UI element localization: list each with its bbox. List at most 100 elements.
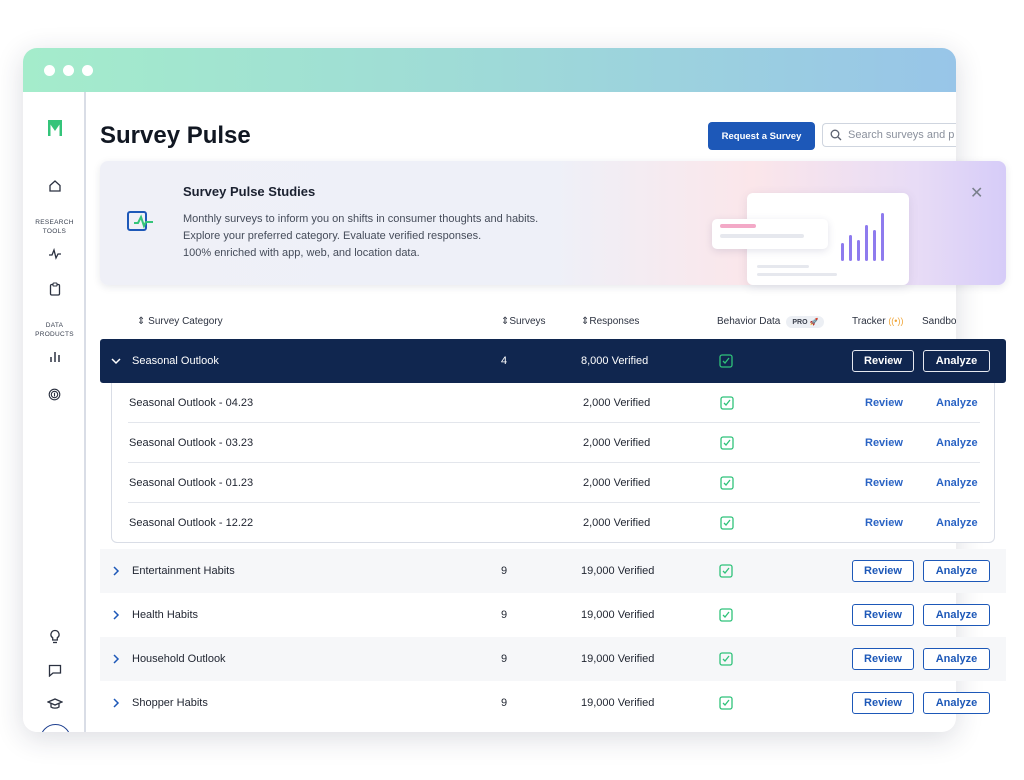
responses-count: 19,000 Verified (581, 609, 655, 621)
table-row[interactable]: Seasonal Outlook 4 8,000 Verified Review… (100, 339, 1006, 383)
sub-survey-responses: 2,000 Verified (583, 436, 651, 449)
surveys-count: 9 (501, 697, 508, 709)
check-icon (720, 436, 734, 450)
pulse-icon[interactable] (23, 244, 86, 264)
sub-survey-responses: 2,000 Verified (583, 396, 651, 409)
header-tracker: Tracker ((•)) (852, 316, 904, 327)
check-icon (719, 696, 733, 710)
analyze-button[interactable]: Analyze (923, 648, 990, 670)
header-responses[interactable]: ⇕Responses (581, 316, 639, 327)
surveys-count: 4 (501, 355, 508, 367)
review-link[interactable]: Review (865, 437, 903, 449)
surveys-count: 9 (501, 653, 508, 665)
category-name: Health Habits (132, 609, 199, 621)
pro-badge: PRO 🚀 (786, 316, 825, 328)
rocket-icon: 🚀 (809, 319, 819, 326)
window-dot[interactable] (63, 65, 74, 76)
banner-text: Monthly surveys to inform you on shifts … (183, 213, 539, 225)
sub-survey-responses: 2,000 Verified (583, 517, 651, 529)
chevron-down-icon[interactable] (110, 355, 122, 367)
window-dot[interactable] (44, 65, 55, 76)
check-icon (720, 516, 734, 530)
search-input[interactable]: Search surveys and p (822, 123, 956, 147)
pulse-card-icon (126, 209, 156, 240)
chat-icon[interactable] (23, 660, 86, 680)
illustration-pill (712, 219, 828, 249)
analyze-button[interactable]: Analyze (923, 604, 990, 626)
research-tools-label: RESEARCH TOOLS (35, 219, 74, 235)
sidebar: RESEARCH TOOLS DATA PRODUCTS JW (23, 92, 86, 732)
request-survey-button[interactable]: Request a Survey (708, 122, 815, 150)
info-banner: Survey Pulse Studies Monthly surveys to … (100, 161, 1006, 285)
category-name: Household Outlook (132, 653, 226, 665)
header-surveys[interactable]: ⇕Surveys (501, 316, 546, 327)
sub-survey-name: Seasonal Outlook - 03.23 (129, 436, 254, 449)
review-button[interactable]: Review (852, 604, 914, 626)
brand-logo[interactable] (23, 118, 86, 138)
analyze-button[interactable]: Analyze (923, 692, 990, 714)
user-avatar[interactable]: JW (40, 724, 71, 732)
analyze-link[interactable]: Analyze (936, 437, 978, 449)
chevron-right-icon[interactable] (110, 565, 122, 577)
close-icon[interactable]: ✕ (970, 183, 983, 203)
window-titlebar (23, 48, 956, 92)
sub-survey-responses: 2,000 Verified (583, 476, 651, 489)
chevron-right-icon[interactable] (110, 697, 122, 709)
review-button[interactable]: Review (852, 560, 914, 582)
chevron-right-icon[interactable] (110, 609, 122, 621)
review-button[interactable]: Review (852, 692, 914, 714)
banner-text: 100% enriched with app, web, and locatio… (183, 247, 420, 259)
bar-chart-icon[interactable] (23, 347, 86, 367)
fingerprint-icon[interactable] (23, 384, 86, 404)
list-item[interactable]: Seasonal Outlook - 03.23 2,000 Verified … (128, 423, 980, 463)
banner-title: Survey Pulse Studies (183, 184, 316, 199)
responses-count: 8,000 Verified (581, 355, 649, 367)
surveys-count: 9 (501, 609, 508, 621)
review-link[interactable]: Review (865, 517, 903, 529)
review-button[interactable]: Review (852, 648, 914, 670)
analyze-link[interactable]: Analyze (936, 397, 978, 409)
sub-survey-name: Seasonal Outlook - 01.23 (129, 476, 254, 489)
broadcast-icon: ((•)) (888, 316, 904, 326)
check-icon (720, 396, 734, 410)
check-icon (719, 652, 733, 666)
check-icon (719, 564, 733, 578)
window-dot[interactable] (82, 65, 93, 76)
graduation-cap-icon[interactable] (23, 694, 86, 714)
analyze-link[interactable]: Analyze (936, 477, 978, 489)
responses-count: 19,000 Verified (581, 653, 655, 665)
list-item[interactable]: Seasonal Outlook - 12.22 2,000 Verified … (128, 503, 980, 543)
list-item[interactable]: Seasonal Outlook - 04.23 2,000 Verified … (128, 383, 980, 423)
review-link[interactable]: Review (865, 477, 903, 489)
search-icon (830, 129, 842, 141)
banner-text: Explore your preferred category. Evaluat… (183, 230, 482, 242)
header-sandbox: Sandbo (922, 316, 956, 327)
review-link[interactable]: Review (865, 397, 903, 409)
analyze-button[interactable]: Analyze (923, 560, 990, 582)
table-row[interactable]: Entertainment Habits 9 19,000 Verified R… (100, 549, 1006, 593)
surveys-count: 9 (501, 565, 508, 577)
list-item[interactable]: Seasonal Outlook - 01.23 2,000 Verified … (128, 463, 980, 503)
check-icon (720, 476, 734, 490)
data-products-label: DATA PRODUCTS (35, 322, 74, 338)
check-icon (719, 608, 733, 622)
responses-count: 19,000 Verified (581, 697, 655, 709)
category-name: Shopper Habits (132, 697, 208, 709)
category-name: Seasonal Outlook (132, 355, 219, 367)
analyze-link[interactable]: Analyze (936, 517, 978, 529)
sub-survey-list: Seasonal Outlook - 04.23 2,000 Verified … (111, 383, 995, 543)
sub-survey-name: Seasonal Outlook - 04.23 (129, 396, 254, 409)
lightbulb-icon[interactable] (23, 626, 86, 646)
clipboard-icon[interactable] (23, 279, 86, 299)
category-name: Entertainment Habits (132, 565, 235, 577)
header-survey-category[interactable]: ⇕ Survey Category (137, 316, 223, 327)
review-button[interactable]: Review (852, 350, 914, 372)
table-row[interactable]: Household Outlook 9 19,000 Verified Revi… (100, 637, 1006, 681)
analyze-button[interactable]: Analyze (923, 350, 990, 372)
table-row[interactable]: Health Habits 9 19,000 Verified Review A… (100, 593, 1006, 637)
chevron-right-icon[interactable] (110, 653, 122, 665)
home-icon[interactable] (23, 176, 86, 196)
header-behavior-data: Behavior Data PRO 🚀 (717, 316, 825, 328)
sort-icon: ⇕ (137, 316, 146, 327)
table-row[interactable]: Shopper Habits 9 19,000 Verified Review … (100, 681, 1006, 725)
